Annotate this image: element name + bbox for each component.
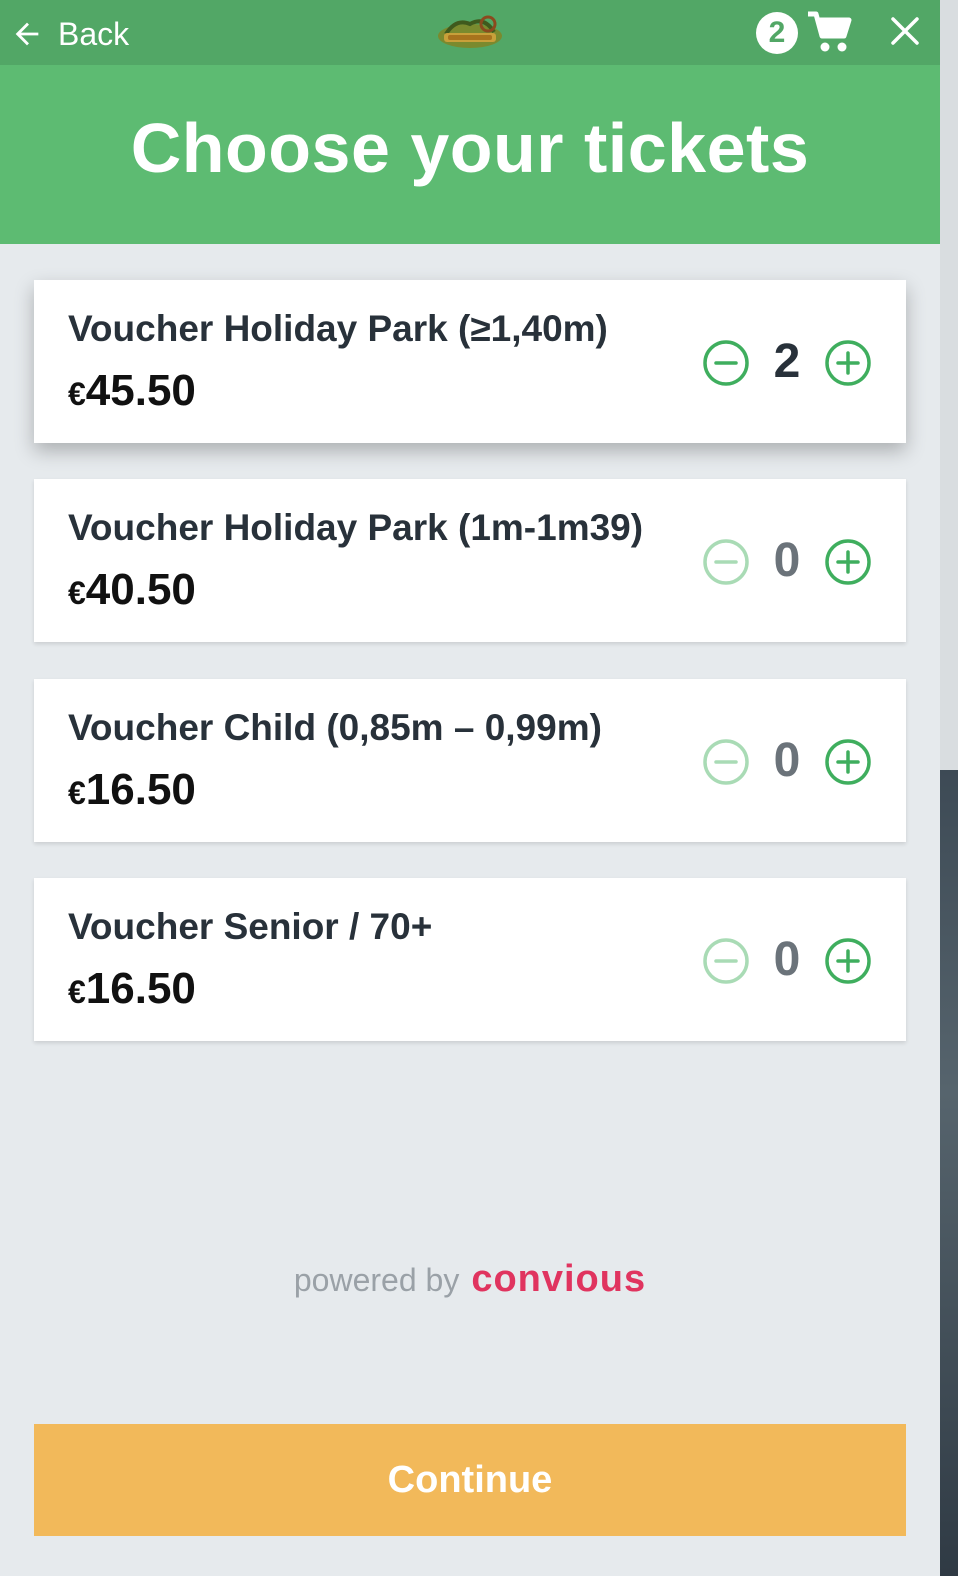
ticket-card: Voucher Holiday Park (≥1,40m) €45.50 2: [34, 280, 906, 443]
quantity-stepper: 0: [702, 935, 872, 985]
ticket-name: Voucher Senior / 70+: [68, 906, 433, 947]
ticket-name: Voucher Holiday Park (1m-1m39): [68, 507, 644, 548]
powered-by: powered by convious: [0, 1258, 940, 1301]
ticket-name: Voucher Child (0,85m – 0,99m): [68, 707, 602, 748]
plus-circle-icon[interactable]: [824, 339, 872, 387]
ticket-panel: Back 2 Choose your tickets Voucher Holid…: [0, 0, 940, 1576]
ticket-price: €40.50: [68, 565, 196, 615]
ticket-price: €45.50: [68, 366, 196, 416]
plus-circle-icon[interactable]: [824, 738, 872, 786]
quantity-value: 2: [773, 335, 801, 388]
quantity-stepper: 0: [702, 736, 872, 786]
background-strip: [940, 0, 958, 1576]
page-title: Choose your tickets: [130, 108, 810, 187]
ticket-price: €16.50: [68, 765, 196, 815]
arrow-left-icon: [15, 22, 39, 46]
close-icon[interactable]: [888, 14, 922, 48]
ticket-card: Voucher Holiday Park (1m-1m39) €40.50 0: [34, 479, 906, 642]
plus-circle-icon[interactable]: [824, 538, 872, 586]
currency-symbol: €: [68, 974, 86, 1010]
cart-count-badge: 2: [756, 12, 798, 54]
page-header: Choose your tickets: [0, 65, 940, 244]
top-bar: Back 2: [0, 0, 940, 65]
background-image: [940, 770, 958, 1576]
currency-symbol: €: [68, 775, 86, 811]
back-button[interactable]: Back: [10, 12, 129, 56]
convious-logo: convious: [471, 1258, 647, 1300]
shopping-cart-icon: [808, 11, 852, 52]
back-label: Back: [58, 15, 130, 52]
price-value: 40.50: [85, 565, 196, 614]
currency-symbol: €: [68, 376, 86, 412]
quantity-stepper: 0: [702, 536, 872, 586]
quantity-value: 0: [773, 933, 801, 986]
ticket-card: Voucher Senior / 70+ €16.50 0: [34, 878, 906, 1041]
minus-circle-icon[interactable]: [702, 538, 750, 586]
cart-button[interactable]: 2: [756, 8, 856, 56]
powered-by-label: powered by: [293, 1262, 460, 1298]
quantity-value: 0: [773, 534, 801, 587]
plus-circle-icon[interactable]: [824, 937, 872, 985]
price-value: 45.50: [85, 366, 196, 415]
continue-button[interactable]: Continue: [34, 1424, 906, 1536]
minus-circle-icon[interactable]: [702, 339, 750, 387]
price-value: 16.50: [85, 964, 196, 1013]
quantity-stepper: 2: [702, 337, 872, 387]
price-value: 16.50: [85, 765, 196, 814]
currency-symbol: €: [68, 575, 86, 611]
ticket-card: Voucher Child (0,85m – 0,99m) €16.50 0: [34, 679, 906, 842]
minus-circle-icon[interactable]: [702, 738, 750, 786]
quantity-value: 0: [773, 734, 801, 787]
holiday-park-logo: [438, 15, 502, 48]
minus-circle-icon[interactable]: [702, 937, 750, 985]
ticket-price: €16.50: [68, 964, 196, 1014]
ticket-name: Voucher Holiday Park (≥1,40m): [68, 308, 608, 349]
